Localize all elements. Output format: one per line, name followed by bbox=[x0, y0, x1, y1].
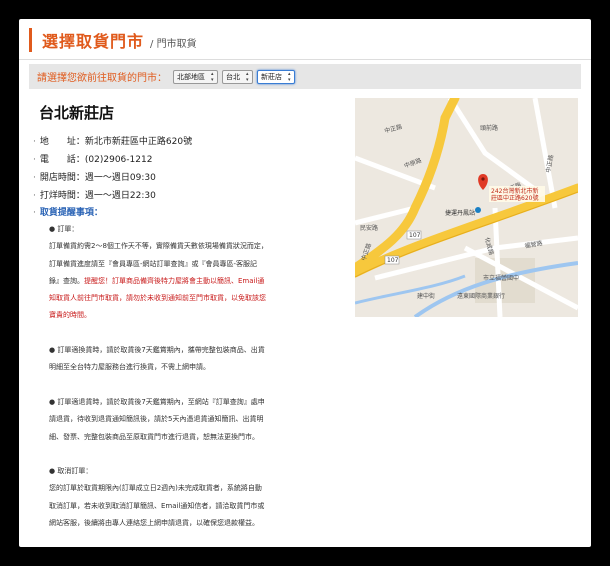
close-label: 打烊時間 bbox=[39, 191, 76, 201]
pickup-notes-heading: 取貨提醒事項： bbox=[33, 205, 103, 218]
cancel-note-title: ● 取消訂單： bbox=[49, 467, 93, 476]
order-note-title: ● 訂單： bbox=[49, 225, 79, 233]
store-map[interactable]: 中正路 中正路 中正路 中正路 頭前路 中原路 化成路 福營路 建中街 民安路 … bbox=[355, 98, 578, 317]
store-name: 台北新莊店 bbox=[39, 104, 115, 122]
store-phone-row: 電 話：(02)2906-1212 bbox=[33, 151, 192, 169]
order-note-text: 錄』查詢。 bbox=[49, 276, 84, 285]
header-accent-bar bbox=[29, 28, 32, 52]
order-note-line: 訂單備貨進度請至『會員專區-網站訂單查詢』或『會員專區-客服記 bbox=[49, 259, 258, 268]
pin-dot bbox=[481, 177, 485, 181]
page: 選擇取貨門市 / 門市取貨 請選擇您欲前往取貨的門市： 北部地區 台北 新莊店 … bbox=[19, 19, 591, 547]
order-note-line: 錄』查詢。提醒您！訂單商品備齊後特力屋將會主動以簡訊、Email通 bbox=[49, 273, 316, 290]
open-label: 開店時間 bbox=[39, 173, 76, 183]
page-header: 選擇取貨門市 / 門市取貨 bbox=[29, 25, 197, 55]
store-info: 地 址：新北市新莊區中正路620號 電 話：(02)2906-1212 開店時間… bbox=[33, 133, 192, 205]
store-select[interactable]: 新莊店 bbox=[257, 69, 295, 84]
school-label: 市立福營國中 bbox=[483, 274, 519, 282]
phone-label: 電 話 bbox=[39, 155, 76, 165]
phone-value: (02)2906-1212 bbox=[84, 155, 153, 165]
road-label: 頭前路 bbox=[480, 124, 498, 132]
store-address-row: 地 址：新北市新莊區中正路620號 bbox=[33, 133, 192, 151]
cancel-note-line: 您的訂單於取貨期限內(訂單成立日2週內)未完成取貨者，系統將自動 bbox=[49, 484, 262, 493]
page-title: 選擇取貨門市 bbox=[42, 32, 145, 51]
order-note-warning: 提醒您！訂單商品備齊後特力屋將會主動以簡訊、Email通 bbox=[84, 276, 265, 285]
pin-label: 242台灣新北市新 bbox=[491, 187, 538, 195]
company-label: 遠東國際商業銀行 bbox=[457, 292, 505, 300]
region-select[interactable]: 北部地區 bbox=[173, 69, 218, 84]
open-value: 週一～週日09:30 bbox=[84, 173, 156, 183]
route-label: 107 bbox=[409, 232, 421, 239]
return-note-line: 請退貨，待收到退貨通知簡訊後，請於5天內憑退貨通知簡訊、出貨明 bbox=[49, 415, 264, 424]
store-selector-bar: 請選擇您欲前往取貨的門市： 北部地區 台北 新莊店 bbox=[29, 64, 581, 89]
address-label: 地 址 bbox=[39, 137, 76, 147]
close-value: 週一～週日22:30 bbox=[84, 191, 156, 201]
cancel-note-line: 取消訂單，若未收到取消訂單簡訊、Email通知信者，請洽取貨門市或 bbox=[49, 501, 265, 510]
pickup-notes: ● 訂單： 訂單備貨約需2～8個工作天不等，實際備貨天數依現場備貨狀況而定， 訂… bbox=[49, 221, 316, 532]
store-close-row: 打烊時間：週一～週日22:30 bbox=[33, 187, 192, 205]
station-label: 捷運丹鳳站 bbox=[445, 209, 475, 217]
road-label: 建中街 bbox=[417, 292, 435, 300]
city-select[interactable]: 台北 bbox=[222, 69, 253, 84]
order-note-line: 訂單備貨約需2～8個工作天不等，實際備貨天數依現場備貨狀況而定， bbox=[49, 242, 268, 251]
route-label: 107 bbox=[387, 257, 399, 264]
breadcrumb: / 門市取貨 bbox=[150, 38, 197, 50]
order-note-warning: 寶貴的時間。 bbox=[49, 311, 91, 320]
map-canvas[interactable]: 中正路 中正路 中正路 中正路 頭前路 中原路 化成路 福營路 建中街 民安路 … bbox=[355, 98, 578, 317]
road-label: 民安路 bbox=[360, 224, 378, 232]
return-note-line: 細、發票、完整包裝商品至原取貨門市進行退貨，恕無法更換門市。 bbox=[49, 432, 259, 441]
selector-label: 請選擇您欲前往取貨的門市： bbox=[37, 73, 167, 84]
cancel-note-line: 網站客服，後續將由專人連絡您上網申請退貨，以確保您退款權益。 bbox=[49, 519, 259, 528]
return-note-line: ● 訂單適退貨時，請於取貨後7天鑑賞期內，至網站『訂單查詢』處申 bbox=[49, 397, 265, 406]
exchange-note-line: ● 訂單適換貨時，請於取貨後7天鑑賞期內，攜帶完整包裝商品、出貨 bbox=[49, 346, 265, 355]
exchange-note-line: 明細至全台特力屋服務台進行換貨，不需上網申請。 bbox=[49, 363, 210, 372]
pin-label: 莊區中正路620號 bbox=[491, 194, 538, 202]
address-value: 新北市新莊區中正路620號 bbox=[84, 137, 193, 147]
metro-station-icon bbox=[475, 207, 481, 213]
order-note-warning: 知取貨人前往門市取貨，請勿於未收到通知前至門市取貨，以免取該您 bbox=[49, 294, 266, 303]
divider bbox=[19, 59, 591, 60]
store-open-row: 開店時間：週一～週日09:30 bbox=[33, 169, 192, 187]
